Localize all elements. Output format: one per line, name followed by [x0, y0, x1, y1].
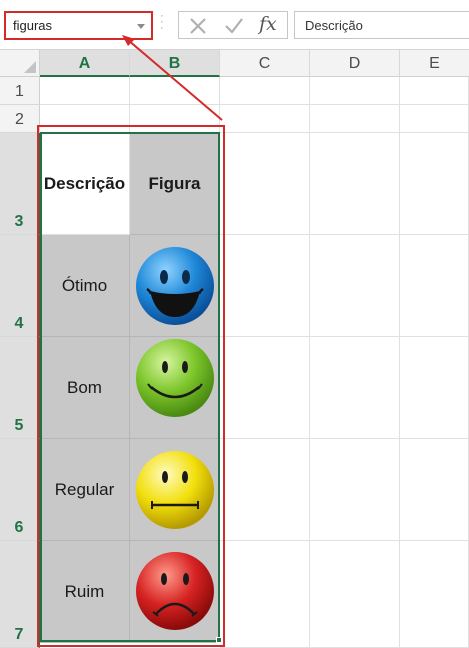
cell-b1[interactable]: [130, 77, 220, 105]
cell-e7[interactable]: [400, 541, 469, 648]
highlight-box: [37, 125, 225, 647]
cell-e1[interactable]: [400, 77, 469, 105]
cell-d3[interactable]: [310, 133, 400, 235]
cell-c2[interactable]: [220, 105, 310, 133]
row-header-1[interactable]: 1: [0, 77, 40, 105]
cell-c1[interactable]: [220, 77, 310, 105]
row-header-7[interactable]: 7: [0, 541, 40, 648]
cell-e2[interactable]: [400, 105, 469, 133]
formula-buttons: fx: [178, 11, 288, 39]
select-all-corner[interactable]: [0, 50, 40, 77]
insert-function-button[interactable]: fx: [259, 13, 281, 35]
row-header-4[interactable]: 4: [0, 235, 40, 337]
formula-input[interactable]: Descrição: [294, 11, 469, 39]
row-number: 2: [15, 111, 24, 128]
cell-e6[interactable]: [400, 439, 469, 541]
row-header-3[interactable]: 3: [0, 133, 40, 235]
column-header-e[interactable]: E: [400, 50, 469, 77]
row-number: 5: [14, 417, 24, 434]
name-box-value: figuras: [13, 18, 53, 33]
row-number: 3: [14, 213, 24, 230]
cell-d7[interactable]: [310, 541, 400, 648]
row-number: 1: [15, 83, 24, 100]
row-header-2[interactable]: 2: [0, 105, 40, 133]
cell-c7[interactable]: [220, 541, 310, 648]
row-number: 6: [14, 519, 24, 536]
row-number: 7: [14, 626, 24, 643]
cell-d4[interactable]: [310, 235, 400, 337]
column-header-a[interactable]: A: [40, 50, 130, 77]
row-header-5[interactable]: 5: [0, 337, 40, 439]
column-header-b[interactable]: B: [130, 50, 220, 77]
column-header-d[interactable]: D: [310, 50, 400, 77]
enter-check-icon[interactable]: [223, 16, 245, 36]
cell-e4[interactable]: [400, 235, 469, 337]
drag-handle-icon[interactable]: · · ·: [160, 11, 164, 35]
cell-c4[interactable]: [220, 235, 310, 337]
cell-d5[interactable]: [310, 337, 400, 439]
cell-e5[interactable]: [400, 337, 469, 439]
row-header-6[interactable]: 6: [0, 439, 40, 541]
cell-e3[interactable]: [400, 133, 469, 235]
cell-d1[interactable]: [310, 77, 400, 105]
cell-c6[interactable]: [220, 439, 310, 541]
formula-value: Descrição: [305, 18, 363, 33]
cell-c3[interactable]: [220, 133, 310, 235]
cell-d6[interactable]: [310, 439, 400, 541]
cancel-icon[interactable]: [187, 16, 209, 36]
cell-d2[interactable]: [310, 105, 400, 133]
cell-c5[interactable]: [220, 337, 310, 439]
column-header-c[interactable]: C: [220, 50, 310, 77]
row-number: 4: [14, 315, 24, 332]
name-box-dropdown-icon[interactable]: [137, 24, 145, 29]
name-box[interactable]: figuras: [4, 11, 153, 40]
cell-a1[interactable]: [40, 77, 130, 105]
